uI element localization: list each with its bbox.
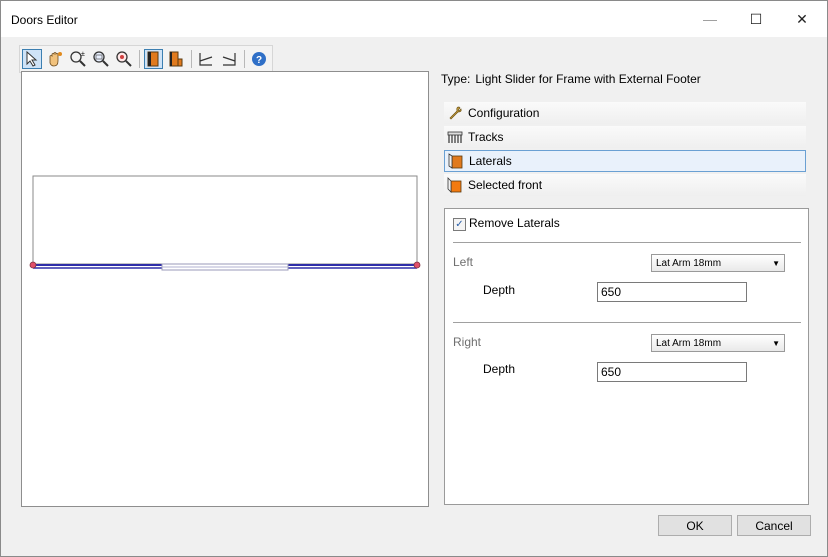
toolbar-separator: [244, 50, 246, 68]
section-laterals[interactable]: Laterals: [444, 150, 806, 172]
section-label: Laterals: [469, 154, 512, 168]
side-door-view-icon[interactable]: [166, 49, 186, 69]
svg-text:?: ?: [256, 55, 262, 66]
zoom-out-icon[interactable]: [114, 49, 134, 69]
pan-hand-icon[interactable]: [45, 49, 65, 69]
right-depth-input[interactable]: [597, 362, 747, 382]
ok-button[interactable]: OK: [658, 515, 732, 536]
wrench-icon: [447, 105, 463, 121]
selected-front-icon: [447, 177, 463, 193]
toolbar-separator: [191, 50, 193, 68]
right-depth-label: Depth: [483, 362, 516, 376]
toolbar-separator: [138, 50, 140, 68]
zoom-in-icon[interactable]: [91, 49, 111, 69]
left-lateral-icon[interactable]: [196, 49, 216, 69]
section-tracks[interactable]: Tracks: [444, 126, 806, 148]
front-door-view-icon[interactable]: [143, 49, 164, 69]
right-lateral-label: Right: [453, 335, 482, 349]
svg-text:±: ±: [81, 51, 85, 58]
section-configuration[interactable]: Configuration: [444, 102, 806, 124]
title-bar: Doors Editor — ☐ ✕: [1, 1, 827, 37]
divider: [453, 242, 801, 243]
left-lateral-select-value: Lat Arm 18mm: [656, 258, 722, 269]
doors-editor-window: Doors Editor — ☐ ✕ ± ? Type: Light Slide…: [0, 0, 828, 557]
remove-laterals-label: Remove Laterals: [469, 216, 560, 230]
right-lateral-select-value: Lat Arm 18mm: [656, 338, 722, 349]
door-drawing: [29, 175, 421, 271]
tracks-icon: [447, 129, 463, 145]
left-depth-label: Depth: [483, 283, 516, 297]
chevron-down-icon: ▼: [772, 339, 780, 348]
frame-outline: [32, 175, 418, 265]
minimize-button[interactable]: —: [687, 1, 733, 37]
divider: [453, 322, 801, 323]
zoom-window-icon[interactable]: ±: [68, 49, 88, 69]
left-lateral-select[interactable]: Lat Arm 18mm ▼: [651, 254, 785, 272]
section-selected-front[interactable]: Selected front: [444, 174, 806, 196]
section-label: Configuration: [468, 106, 540, 120]
view-toolbar: ± ?: [19, 45, 273, 73]
section-label: Tracks: [468, 130, 504, 144]
right-lateral-icon[interactable]: [219, 49, 239, 69]
type-line: Type: Light Slider for Frame with Externa…: [441, 72, 706, 86]
close-button[interactable]: ✕: [779, 1, 825, 37]
chevron-down-icon: ▼: [772, 259, 780, 268]
left-depth-input[interactable]: [597, 282, 747, 302]
select-arrow-icon[interactable]: [22, 49, 42, 69]
maximize-icon: ☐: [749, 10, 763, 27]
window-title: Doors Editor: [11, 13, 78, 27]
help-icon[interactable]: ?: [249, 49, 269, 69]
minimize-icon: —: [703, 11, 717, 27]
maximize-button[interactable]: ☐: [733, 1, 779, 37]
right-endpoint: [413, 261, 421, 269]
type-value: Light Slider for Frame with External Foo…: [475, 72, 701, 86]
left-endpoint: [29, 261, 37, 269]
right-lateral-select[interactable]: Lat Arm 18mm ▼: [651, 334, 785, 352]
section-label: Selected front: [468, 178, 543, 192]
laterals-icon: [448, 153, 464, 169]
type-label: Type:: [441, 72, 471, 86]
laterals-panel: ✓ Remove Laterals Left Lat Arm 18mm ▼ De…: [444, 208, 809, 505]
cancel-button[interactable]: Cancel: [737, 515, 811, 536]
close-icon: ✕: [796, 10, 808, 27]
door-preview-canvas[interactable]: [21, 71, 429, 507]
left-lateral-label: Left: [453, 255, 474, 269]
remove-laterals-checkbox[interactable]: ✓: [453, 218, 466, 231]
